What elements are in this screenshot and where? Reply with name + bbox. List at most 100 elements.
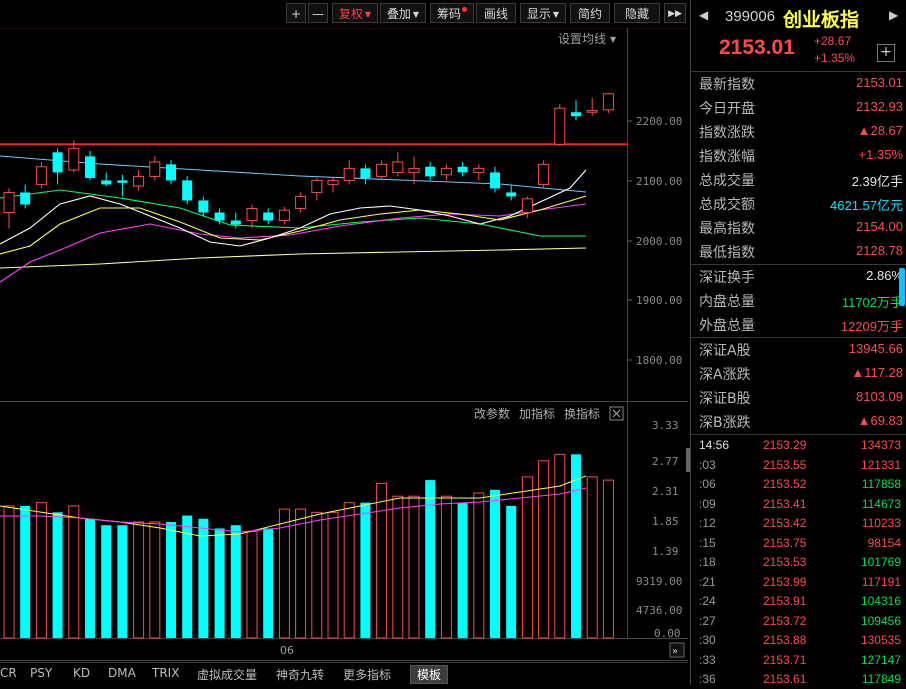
volume-bar: [149, 521, 161, 639]
huaxian-button[interactable]: 画线: [476, 3, 516, 23]
time-axis-label: 06: [280, 644, 294, 657]
candle: [246, 204, 258, 229]
candle-body: [246, 207, 258, 222]
chevron-down-icon: ▼: [412, 9, 420, 19]
tick-row: :12 2153.42 110233: [691, 513, 906, 533]
tab-template[interactable]: 模板: [410, 665, 449, 684]
candle-body: [311, 179, 323, 193]
candle: [506, 184, 517, 201]
zoom-in-button[interactable]: +: [286, 3, 306, 23]
diejia-dropdown[interactable]: 叠加 ▼: [380, 3, 426, 23]
quote-value: 2.86%: [866, 268, 903, 283]
quote-label: 深证换手: [699, 270, 755, 286]
tick-volume: 121331: [860, 457, 901, 472]
switch-indicator-button[interactable]: 换指标: [564, 406, 600, 421]
quote-label: 今日开盘: [699, 101, 755, 117]
candle: [35, 161, 47, 189]
add-indicator-button[interactable]: 加指标: [519, 406, 555, 421]
volume-bar: [602, 479, 614, 639]
tick-time: :18: [699, 555, 716, 569]
xianshi-dropdown[interactable]: 显示 ▼: [520, 3, 566, 23]
tick-volume: 110233: [861, 516, 901, 530]
tick-price: 2153.29: [763, 438, 807, 452]
volume-bar: [3, 505, 15, 639]
quote-value: ▲117.28: [851, 365, 903, 380]
quote-panel: ◀ 399006 创业板指 ▶ 2153.01 +28.67 +1.35% + …: [690, 0, 906, 686]
tick-list[interactable]: 14:56 2153.29 134373:03 2153.55 121331:06 215…: [691, 435, 906, 686]
volume-bar: [425, 480, 436, 638]
next-stock-icon[interactable]: ▶: [889, 8, 898, 22]
modify-params-button[interactable]: 改参数: [474, 406, 510, 421]
candle-body: [521, 198, 533, 213]
quote-label: 指数涨幅: [699, 149, 755, 165]
quote-row: 内盘总量 11702万手: [691, 289, 906, 313]
candle: [490, 166, 500, 193]
candle: [20, 184, 31, 209]
candle-body: [602, 93, 614, 111]
quote-label: 深证B股: [699, 391, 751, 407]
price-tick: 2200.00: [636, 115, 682, 128]
chouma-button[interactable]: 筹码: [430, 3, 474, 23]
scroll-indicator[interactable]: [899, 268, 905, 306]
quote-value: 2.39亿手: [851, 174, 903, 189]
kline-chart[interactable]: 设置均线 ▼ 2200.00 2100.00 2000.00 1900.00 1…: [0, 28, 688, 676]
quote-row: 最新指数 2153.01: [691, 72, 906, 96]
settings-ma-link[interactable]: 设置均线: [558, 32, 606, 46]
tick-price: 2153.88: [763, 633, 807, 647]
tick-price: 2153.72: [763, 613, 807, 628]
close-icon[interactable]: [609, 406, 624, 421]
candle-body: [327, 179, 339, 185]
tab-trix[interactable]: TRIX: [152, 666, 179, 680]
add-watchlist-button[interactable]: +: [877, 44, 895, 62]
candle: [376, 160, 388, 181]
tick-time: :36: [699, 672, 716, 686]
fuquan-dropdown[interactable]: 复权 ▼: [332, 3, 378, 23]
prev-stock-icon[interactable]: ◀: [699, 8, 708, 22]
tick-time: :06: [699, 477, 716, 491]
index-code: 399006: [725, 8, 776, 25]
candle-body: [538, 163, 550, 185]
volume-bar: [506, 505, 517, 638]
quote-value: 2153.01: [856, 75, 903, 90]
volume-bar: [311, 511, 323, 639]
tab-magic-nine[interactable]: 神奇九转: [276, 666, 324, 683]
zoom-out-button[interactable]: —: [308, 3, 328, 23]
candle: [149, 156, 161, 181]
tick-price: 2153.55: [763, 457, 807, 472]
price-tick: 2000.00: [636, 235, 682, 248]
candle: [101, 172, 112, 187]
candle-body: [586, 110, 598, 113]
double-chevron-right-icon[interactable]: ▶▶: [664, 3, 686, 23]
tab-dma[interactable]: DMA: [108, 666, 136, 680]
candle-body: [343, 167, 355, 181]
tick-price: 2153.61: [763, 672, 807, 686]
volume-bar: [521, 476, 533, 639]
scroll-right-icon[interactable]: »: [669, 642, 685, 658]
tab-psy[interactable]: PSY: [30, 666, 52, 680]
volume-bar: [392, 495, 404, 639]
candle: [230, 212, 241, 229]
tick-time: :12: [699, 516, 716, 530]
candle-body: [473, 167, 485, 173]
tick-volume: 104316: [860, 594, 901, 608]
tick-price: 2153.75: [763, 535, 807, 550]
yincang-button[interactable]: 隐藏: [614, 3, 660, 23]
tick-row: :09 2153.41 114673: [691, 494, 906, 514]
tick-row: :21 2153.99 117191: [691, 572, 906, 592]
tab-cr[interactable]: CR: [0, 666, 17, 680]
quote-row: 最低指数 2128.78: [691, 240, 906, 264]
tab-virtual-volume[interactable]: 虚拟成交量: [197, 666, 257, 683]
svg-text:»: »: [672, 646, 678, 657]
candle: [538, 160, 550, 189]
quote-label: 深证A股: [699, 343, 751, 359]
candle: [343, 160, 355, 185]
candle-body: [554, 107, 566, 145]
index-name: 创业板指: [783, 9, 860, 31]
quote-value: 2154.00: [856, 219, 903, 234]
volume-bar: [35, 502, 47, 639]
jianyue-button[interactable]: 简约: [570, 3, 610, 23]
tab-kd[interactable]: KD: [73, 666, 90, 680]
tab-more-indicators[interactable]: 更多指标: [343, 666, 391, 683]
candle: [392, 152, 404, 177]
tick-volume: 98154: [867, 535, 901, 550]
